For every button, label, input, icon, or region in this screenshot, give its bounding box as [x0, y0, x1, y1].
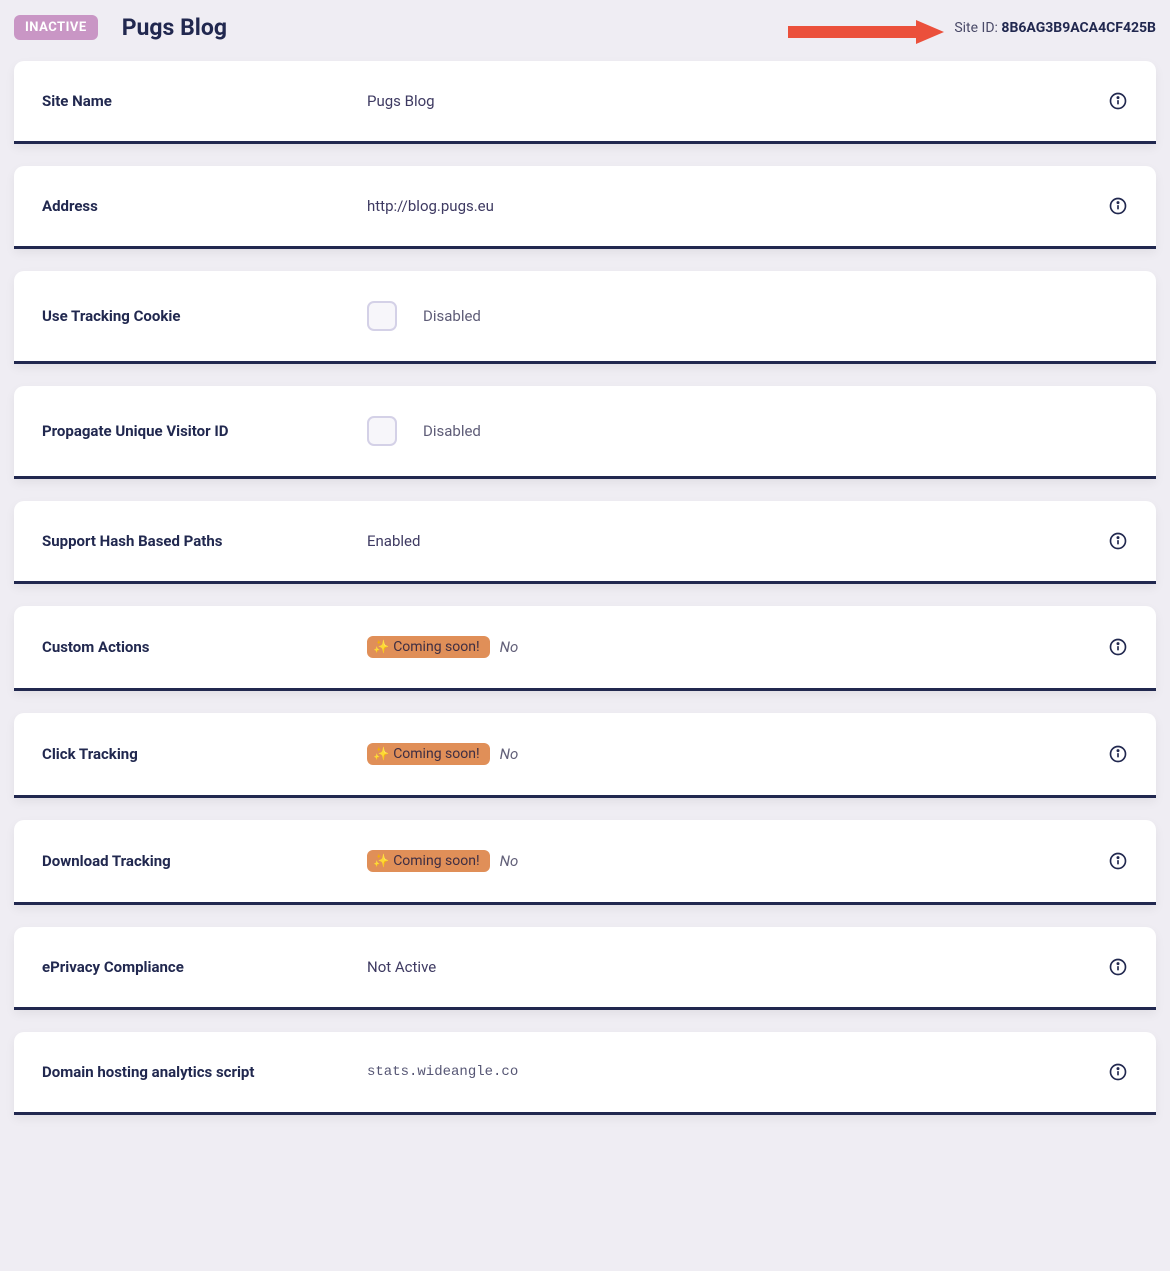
- info-icon[interactable]: [1108, 91, 1128, 111]
- row-click-tracking: Click Tracking ✨Coming soon! No: [14, 713, 1156, 798]
- info-icon[interactable]: [1108, 1062, 1128, 1082]
- info-icon[interactable]: [1108, 744, 1128, 764]
- label-use-tracking-cookie: Use Tracking Cookie: [42, 307, 367, 325]
- sparkle-icon: ✨: [373, 854, 389, 869]
- info-icon[interactable]: [1108, 196, 1128, 216]
- value-domain-script: stats.wideangle.co: [367, 1064, 518, 1080]
- label-domain-script: Domain hosting analytics script: [42, 1063, 367, 1081]
- site-id-value: 8B6AG3B9ACA4CF425B: [1001, 20, 1156, 36]
- coming-soon-badge: ✨Coming soon!: [367, 743, 490, 765]
- label-support-hash: Support Hash Based Paths: [42, 532, 367, 550]
- value-click-tracking: No: [500, 745, 519, 763]
- row-support-hash: Support Hash Based Paths Enabled: [14, 501, 1156, 584]
- row-custom-actions: Custom Actions ✨Coming soon! No: [14, 606, 1156, 691]
- value-address: http://blog.pugs.eu: [367, 197, 494, 215]
- row-eprivacy: ePrivacy Compliance Not Active: [14, 927, 1156, 1010]
- site-id: Site ID: 8B6AG3B9ACA4CF425B: [954, 20, 1156, 36]
- label-address: Address: [42, 197, 367, 215]
- page-title: Pugs Blog: [122, 14, 227, 41]
- status-propagate-uid: Disabled: [423, 422, 481, 440]
- info-icon[interactable]: [1108, 637, 1128, 657]
- row-address: Address http://blog.pugs.eu: [14, 166, 1156, 249]
- label-custom-actions: Custom Actions: [42, 638, 367, 656]
- row-domain-script: Domain hosting analytics script stats.wi…: [14, 1032, 1156, 1115]
- value-site-name: Pugs Blog: [367, 92, 435, 110]
- row-download-tracking: Download Tracking ✨Coming soon! No: [14, 820, 1156, 905]
- row-use-tracking-cookie: Use Tracking Cookie Disabled: [14, 271, 1156, 364]
- site-id-label: Site ID:: [954, 20, 1001, 36]
- value-download-tracking: No: [500, 852, 519, 870]
- label-click-tracking: Click Tracking: [42, 745, 367, 763]
- coming-soon-badge: ✨Coming soon!: [367, 850, 490, 872]
- sparkle-icon: ✨: [373, 640, 389, 655]
- info-icon[interactable]: [1108, 957, 1128, 977]
- label-site-name: Site Name: [42, 92, 367, 110]
- sparkle-icon: ✨: [373, 747, 389, 762]
- label-eprivacy: ePrivacy Compliance: [42, 958, 367, 976]
- checkbox-tracking-cookie[interactable]: [367, 301, 397, 331]
- row-site-name: Site Name Pugs Blog: [14, 61, 1156, 144]
- label-propagate-uid: Propagate Unique Visitor ID: [42, 422, 367, 440]
- info-icon[interactable]: [1108, 851, 1128, 871]
- info-icon[interactable]: [1108, 531, 1128, 551]
- status-tracking-cookie: Disabled: [423, 307, 481, 325]
- value-eprivacy: Not Active: [367, 958, 436, 976]
- arrow-annotation: [786, 18, 946, 46]
- page-header: INACTIVE Pugs Blog Site ID: 8B6AG3B9ACA4…: [14, 14, 1156, 41]
- checkbox-propagate-uid[interactable]: [367, 416, 397, 446]
- coming-soon-badge: ✨Coming soon!: [367, 636, 490, 658]
- value-custom-actions: No: [500, 638, 519, 656]
- status-badge: INACTIVE: [14, 15, 98, 40]
- row-propagate-uid: Propagate Unique Visitor ID Disabled: [14, 386, 1156, 479]
- value-support-hash: Enabled: [367, 532, 420, 550]
- label-download-tracking: Download Tracking: [42, 852, 367, 870]
